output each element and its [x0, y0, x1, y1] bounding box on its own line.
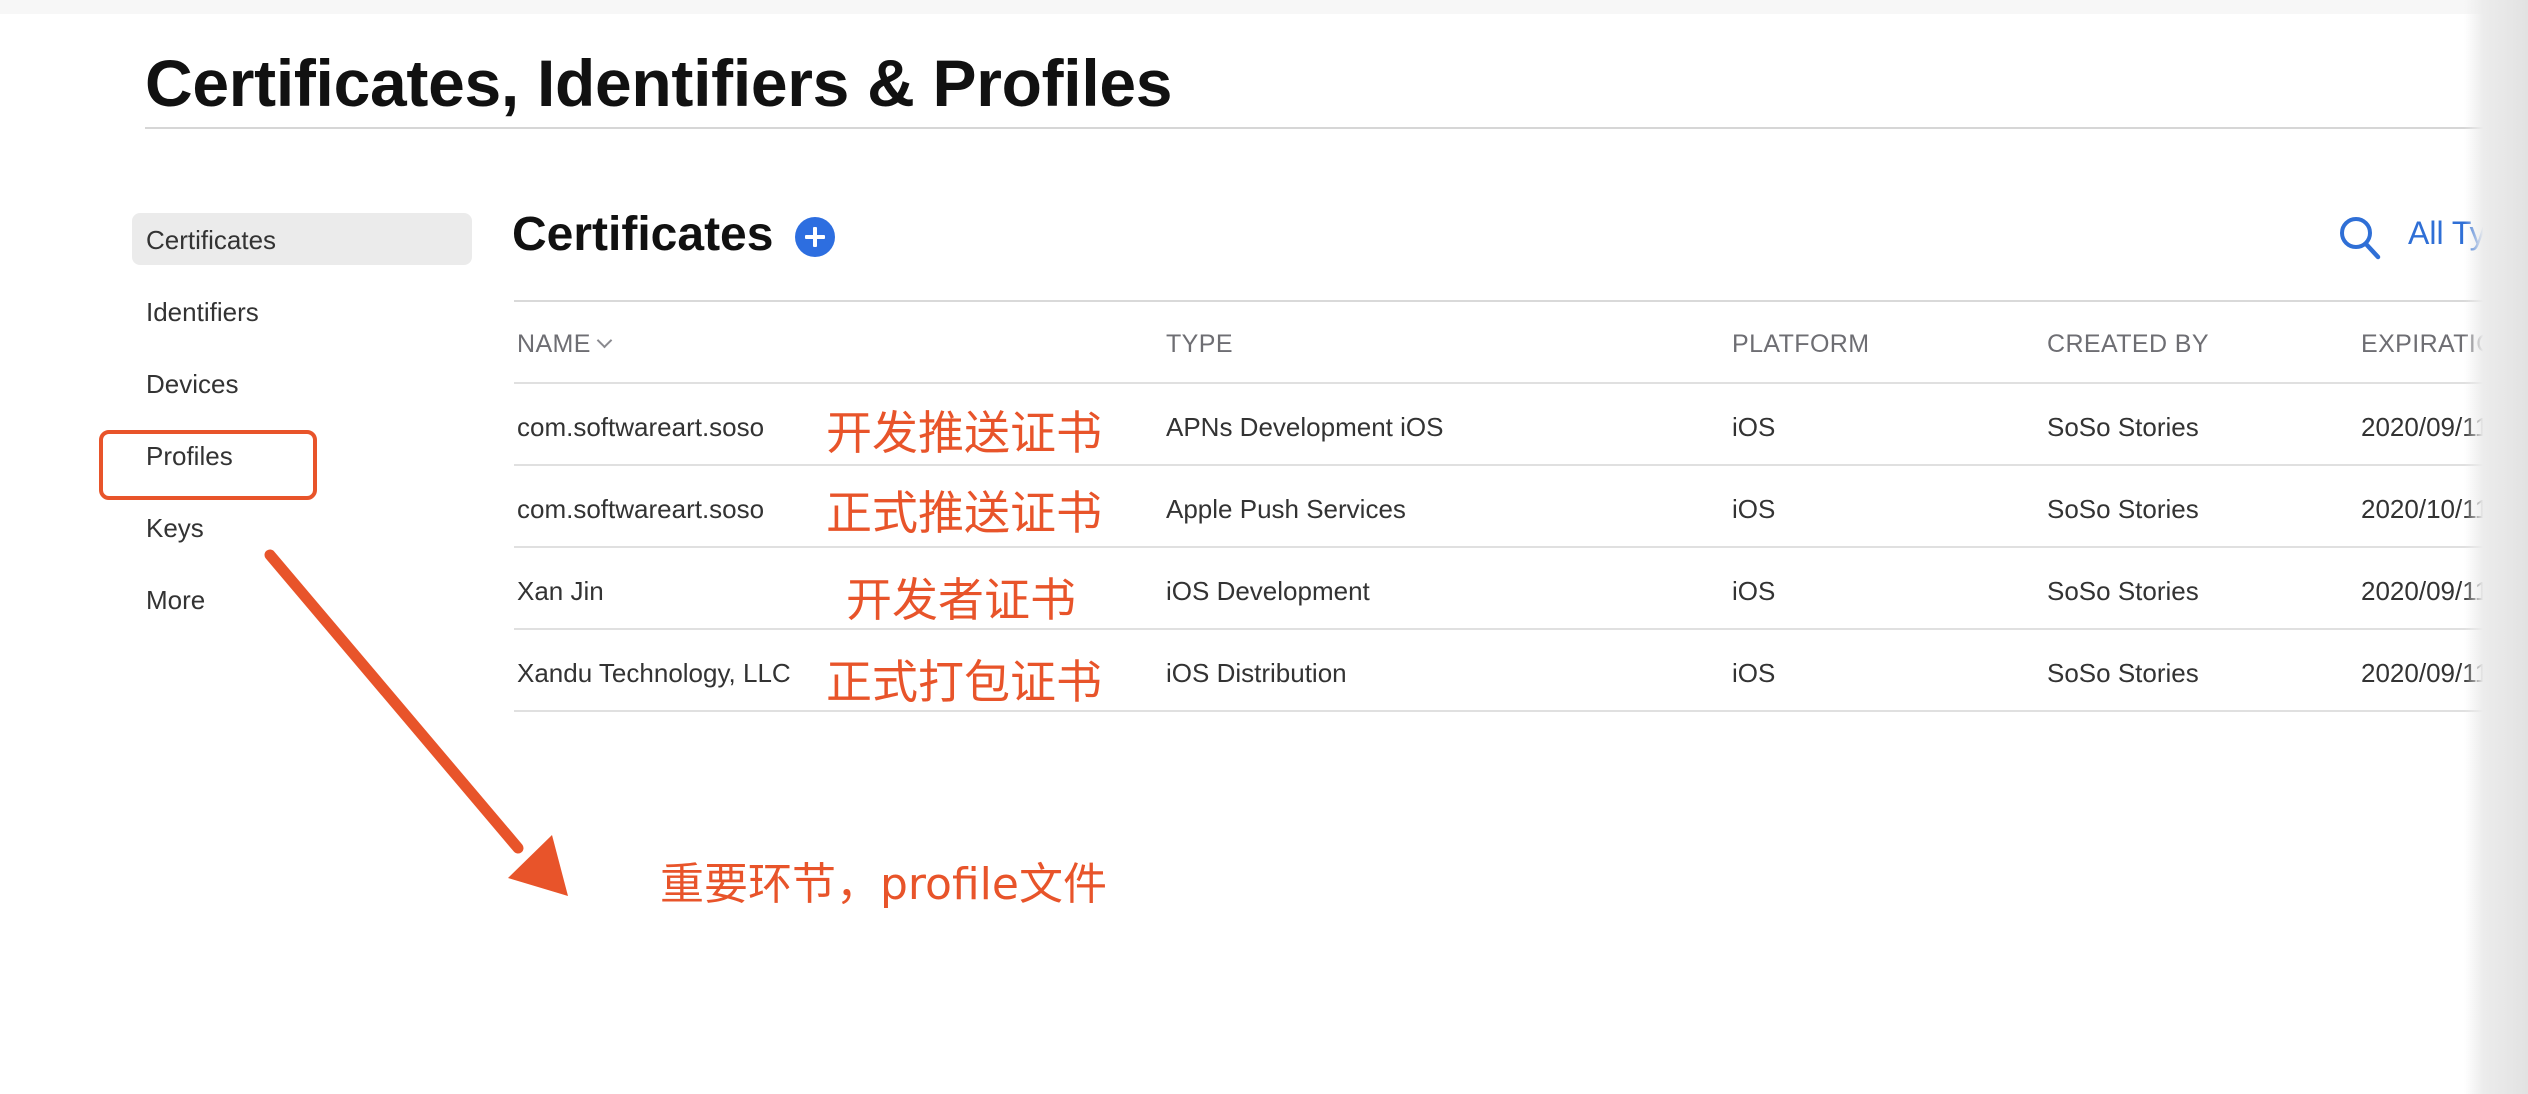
cell-name[interactable]: com.softwareart.soso — [517, 412, 764, 443]
column-header-name[interactable]: NAME — [517, 330, 613, 359]
page-title: Certificates, Identifiers & Profiles — [145, 46, 1173, 120]
cell-name[interactable]: com.softwareart.soso — [517, 494, 764, 525]
sidebar-item-devices[interactable]: Devices — [132, 357, 472, 409]
cell-created-by: SoSo Stories — [2047, 658, 2199, 688]
column-header-platform[interactable]: PLATFORM — [1732, 330, 1869, 359]
window-edge-shadow — [2464, 0, 2528, 1094]
search-icon[interactable] — [2338, 214, 2382, 262]
table-row-divider — [514, 628, 2528, 630]
cell-name[interactable]: Xan Jin — [517, 576, 604, 607]
browser-top-strip — [0, 0, 2528, 14]
annotation-prod-push-cert: 正式推送证书 — [826, 486, 1102, 540]
title-divider — [145, 127, 2528, 129]
sidebar-item-label: Certificates — [146, 225, 277, 255]
cell-platform: iOS — [1732, 576, 1776, 606]
cell-created-by: SoSo Stories — [2047, 576, 2199, 606]
cell-platform: iOS — [1732, 658, 1776, 688]
sidebar-item-label: Keys — [146, 513, 204, 543]
sidebar-nav: Certificates Identifiers Devices Profile… — [132, 213, 472, 645]
sidebar-item-label: Devices — [146, 369, 239, 399]
cell-type: iOS Distribution — [1166, 658, 1347, 688]
cell-platform: iOS — [1732, 412, 1776, 442]
cell-platform: iOS — [1732, 494, 1776, 524]
sidebar-item-identifiers[interactable]: Identifiers — [132, 285, 472, 337]
chevron-down-icon — [596, 332, 613, 349]
annotation-developer-cert: 开发者证书 — [846, 573, 1076, 627]
annotation-profiles-note: 重要环节，profile文件 — [660, 859, 1107, 910]
column-header-created-by[interactable]: CREATED BY — [2047, 330, 2209, 359]
annotation-dev-push-cert: 开发推送证书 — [826, 406, 1102, 460]
annotation-distribution-cert: 正式打包证书 — [826, 655, 1102, 709]
cell-type: APNs Development iOS — [1166, 412, 1444, 442]
sidebar-item-label: Identifiers — [146, 297, 259, 327]
sidebar-item-keys[interactable]: Keys — [132, 501, 472, 553]
table-row-divider — [514, 710, 2528, 712]
sidebar-item-label: More — [146, 585, 206, 615]
page: Certificates, Identifiers & Profiles Cer… — [0, 0, 2528, 1094]
plus-circle-icon[interactable] — [795, 217, 835, 257]
table-row-divider — [514, 464, 2528, 466]
cell-type: iOS Development — [1166, 576, 1370, 606]
profiles-highlight-box — [99, 430, 317, 500]
table-row-divider — [514, 546, 2528, 548]
section-title: Certificates — [512, 208, 774, 261]
cell-name[interactable]: Xandu Technology, LLC — [517, 658, 791, 689]
cell-created-by: SoSo Stories — [2047, 494, 2199, 524]
sidebar-item-certificates[interactable]: Certificates — [132, 213, 472, 265]
cell-created-by: SoSo Stories — [2047, 412, 2199, 442]
sidebar-item-more[interactable]: More — [132, 573, 472, 625]
table-top-divider — [514, 300, 2528, 302]
column-header-type[interactable]: TYPE — [1166, 330, 1233, 359]
cell-type: Apple Push Services — [1166, 494, 1406, 524]
table-header-divider — [514, 382, 2528, 384]
